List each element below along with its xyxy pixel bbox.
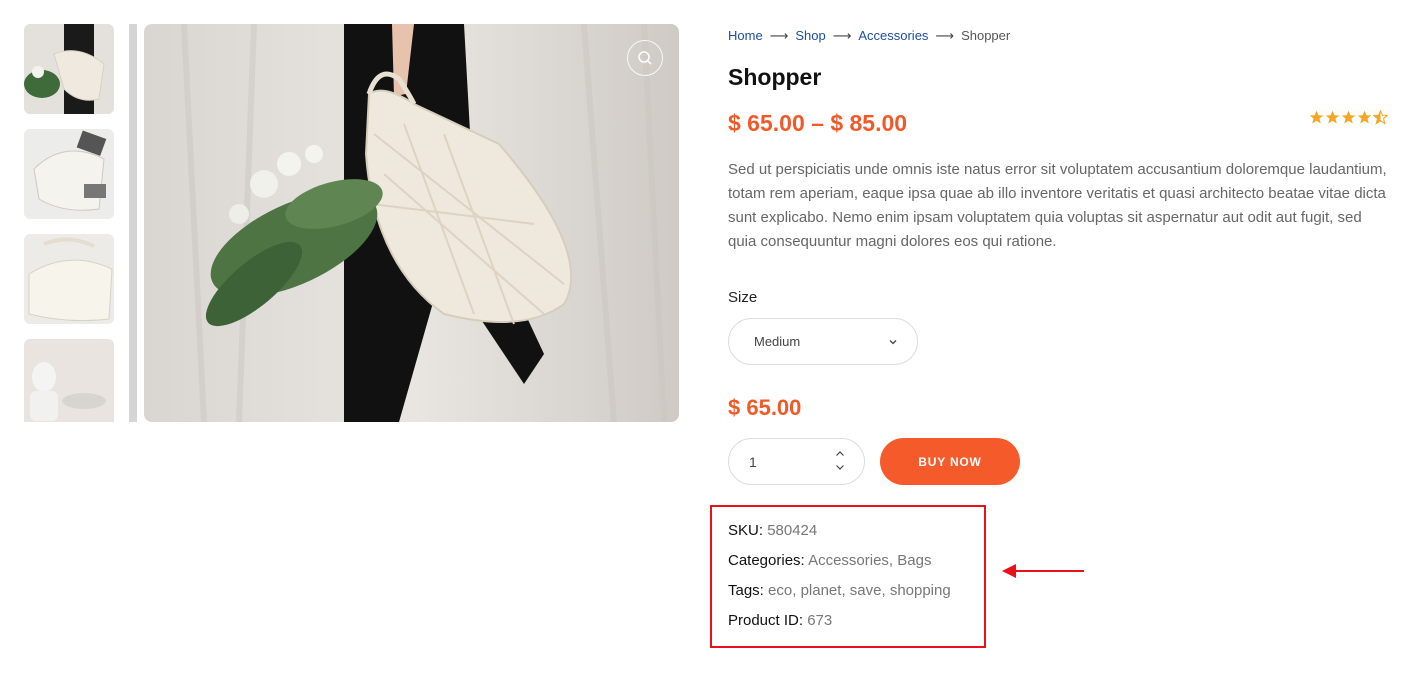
star-icon xyxy=(1341,110,1356,124)
thumbnail-scrollbar[interactable] xyxy=(129,24,137,422)
search-icon xyxy=(638,51,652,65)
star-rating xyxy=(1309,110,1388,125)
thumbnail-3[interactable] xyxy=(24,234,114,324)
product-title: Shopper xyxy=(728,64,822,90)
price-max: $ 85.00 xyxy=(830,110,908,136)
annotation-highlight-box xyxy=(710,505,986,648)
star-icon xyxy=(1357,110,1372,124)
breadcrumb: Home ⟶ Shop ⟶ Accessories ⟶ Shopper xyxy=(728,28,1010,44)
variation-price: $ 65.00 xyxy=(728,395,802,420)
price-dash: – xyxy=(811,110,824,136)
price-range: $ 65.00 – $ 85.00 xyxy=(728,110,907,137)
star-icon xyxy=(1325,110,1340,124)
chevron-up-icon[interactable] xyxy=(834,449,846,458)
breadcrumb-separator: ⟶ xyxy=(769,28,789,43)
thumbnail-2[interactable] xyxy=(24,129,114,219)
arrow-left-icon xyxy=(1002,564,1084,578)
thumbnail-image xyxy=(24,234,114,324)
size-selected-value: Medium xyxy=(754,334,801,349)
thumbnail-image xyxy=(24,339,114,422)
thumbnail-4[interactable] xyxy=(24,339,114,422)
product-description: Sed ut perspiciatis unde omnis iste natu… xyxy=(728,161,1387,250)
breadcrumb-current: Shopper xyxy=(961,28,1011,43)
breadcrumb-separator: ⟶ xyxy=(832,28,852,43)
star-half-icon xyxy=(1373,110,1388,125)
quantity-stepper[interactable]: 1 xyxy=(728,438,865,485)
buy-now-button[interactable]: BUY NOW xyxy=(880,438,1020,485)
breadcrumb-accessories[interactable]: Accessories xyxy=(858,28,928,43)
thumbnail-gallery xyxy=(24,24,114,422)
thumbnail-1[interactable] xyxy=(24,24,114,114)
zoom-button[interactable] xyxy=(627,40,663,76)
thumbnail-image xyxy=(24,129,114,219)
chevron-down-icon[interactable] xyxy=(834,463,846,472)
quantity-stepper-arrows xyxy=(834,449,846,472)
size-label: Size xyxy=(728,289,758,306)
product-photo xyxy=(144,24,679,422)
thumbnail-image xyxy=(24,24,114,114)
price-min: $ 65.00 xyxy=(728,110,805,136)
breadcrumb-shop[interactable]: Shop xyxy=(795,28,825,43)
breadcrumb-home[interactable]: Home xyxy=(728,28,763,43)
chevron-down-icon xyxy=(889,340,897,345)
main-product-image[interactable] xyxy=(144,24,679,422)
quantity-value[interactable]: 1 xyxy=(749,454,757,470)
star-icon xyxy=(1309,110,1324,124)
breadcrumb-separator: ⟶ xyxy=(935,28,955,43)
size-select[interactable]: Medium xyxy=(728,318,918,365)
